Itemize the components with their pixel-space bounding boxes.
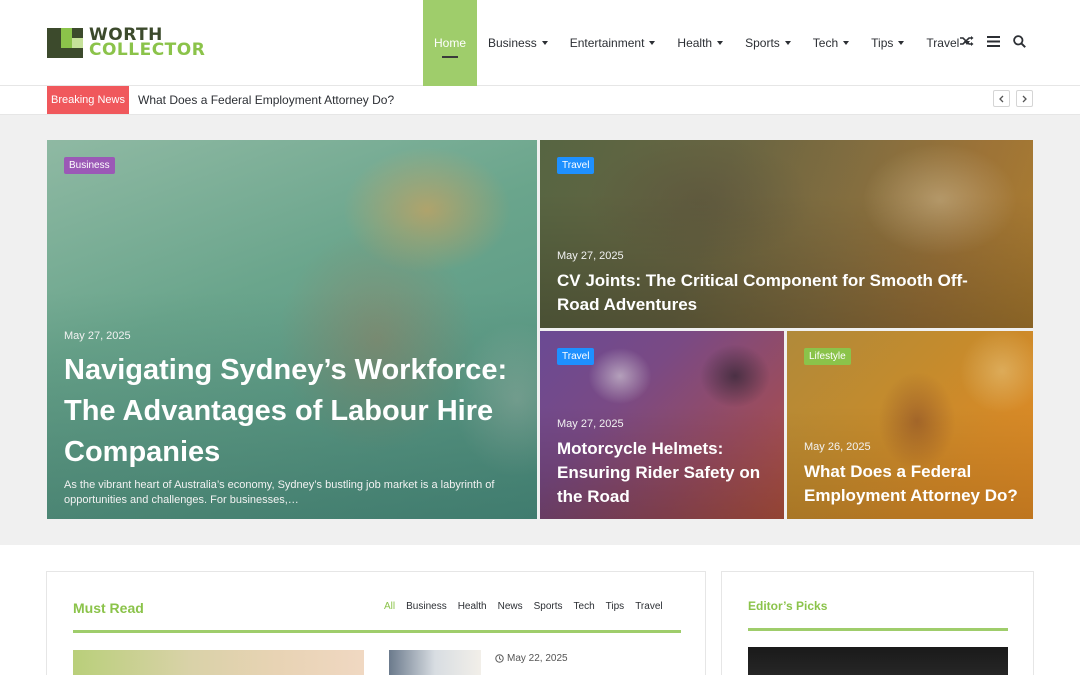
caret-down-icon bbox=[541, 41, 548, 45]
clock-icon bbox=[495, 654, 504, 663]
nav-item-business[interactable]: Business bbox=[477, 0, 559, 86]
must-read-tabs: All Business Health News Sports Tech Tip… bbox=[384, 601, 663, 612]
category-badge[interactable]: Travel bbox=[557, 157, 595, 174]
logo-mark-icon bbox=[47, 28, 83, 58]
post-title[interactable]: CV Joints: The Critical Component for Sm… bbox=[557, 269, 1007, 317]
post-thumbnail-small[interactable] bbox=[389, 650, 481, 675]
featured-post-bottom-left[interactable]: Travel May 27, 2025 Motorcycle Helmets: … bbox=[540, 331, 784, 519]
post-date: May 26, 2025 bbox=[804, 441, 871, 453]
post-date: May 27, 2025 bbox=[557, 250, 624, 262]
tab-business[interactable]: Business bbox=[406, 601, 447, 612]
must-read-box: Must Read All Business Health News Sport… bbox=[46, 571, 706, 675]
caret-down-icon bbox=[717, 41, 724, 45]
main-nav: Home Business Entertainment Health Sport… bbox=[423, 0, 981, 86]
nav-item-sports[interactable]: Sports bbox=[734, 0, 802, 86]
site-logo[interactable]: WORTH COLLECTOR bbox=[47, 27, 259, 60]
post-date: May 22, 2025 bbox=[507, 653, 568, 664]
nav-item-label: Sports bbox=[745, 36, 780, 50]
tab-tips[interactable]: Tips bbox=[606, 601, 625, 612]
tab-all[interactable]: All bbox=[384, 601, 395, 612]
post-thumbnail-large[interactable] bbox=[73, 650, 364, 675]
nav-item-label: Tech bbox=[812, 36, 839, 50]
content-section: Must Read All Business Health News Sport… bbox=[0, 545, 1080, 675]
breaking-news-label: Breaking News bbox=[47, 86, 129, 114]
nav-item-health[interactable]: Health bbox=[666, 0, 734, 86]
nav-item-home[interactable]: Home bbox=[423, 0, 477, 86]
category-badge[interactable]: Lifestyle bbox=[804, 348, 851, 365]
nav-item-label: Home bbox=[433, 36, 466, 50]
search-icon[interactable] bbox=[1012, 33, 1026, 49]
must-read-title: Must Read bbox=[73, 600, 144, 616]
caret-down-icon bbox=[649, 41, 656, 45]
nav-item-label: Health bbox=[677, 36, 713, 50]
breaking-prev-button[interactable] bbox=[993, 90, 1010, 107]
post-excerpt: As the vibrant heart of Australia’s econ… bbox=[64, 479, 495, 507]
caret-down-icon bbox=[898, 41, 905, 45]
editors-picks-title: Editor’s Picks bbox=[748, 599, 828, 613]
category-badge[interactable]: Business bbox=[64, 157, 115, 174]
nav-item-tech[interactable]: Tech bbox=[802, 0, 860, 86]
post-title[interactable]: Motorcycle Helmets: Ensuring Rider Safet… bbox=[557, 437, 772, 509]
breaking-news-bar: Breaking News What Does a Federal Employ… bbox=[0, 86, 1080, 115]
site-header: WORTH COLLECTOR Home Business Entertainm… bbox=[0, 0, 1080, 86]
post-date: May 27, 2025 bbox=[64, 330, 131, 342]
featured-grid: Business May 27, 2025 Navigating Sydney’… bbox=[0, 115, 1080, 545]
section-underline bbox=[73, 630, 681, 633]
post-meta: May 22, 2025 bbox=[495, 653, 568, 664]
post-date: May 27, 2025 bbox=[557, 418, 624, 430]
caret-down-icon bbox=[843, 41, 850, 45]
breaking-news-headline[interactable]: What Does a Federal Employment Attorney … bbox=[138, 93, 394, 107]
menu-icon[interactable] bbox=[986, 33, 1000, 49]
post-title[interactable]: Navigating Sydney’s Workforce: The Advan… bbox=[64, 350, 514, 473]
shuffle-icon[interactable] bbox=[960, 33, 974, 49]
tab-sports[interactable]: Sports bbox=[534, 601, 563, 612]
featured-post-main[interactable]: Business May 27, 2025 Navigating Sydney’… bbox=[47, 140, 537, 519]
section-underline bbox=[748, 628, 1008, 631]
nav-item-label: Business bbox=[488, 36, 537, 50]
post-title[interactable]: What Does a Federal Employment Attorney … bbox=[804, 460, 1026, 508]
nav-item-label: Entertainment bbox=[569, 36, 645, 50]
tab-news[interactable]: News bbox=[498, 601, 523, 612]
tab-travel[interactable]: Travel bbox=[635, 601, 662, 612]
nav-item-entertainment[interactable]: Entertainment bbox=[559, 0, 667, 86]
tab-tech[interactable]: Tech bbox=[574, 601, 595, 612]
featured-post-bottom-right[interactable]: Lifestyle May 26, 2025 What Does a Feder… bbox=[787, 331, 1033, 519]
tab-health[interactable]: Health bbox=[458, 601, 487, 612]
caret-down-icon bbox=[784, 41, 791, 45]
category-badge[interactable]: Travel bbox=[557, 348, 595, 365]
chevron-right-icon bbox=[1022, 95, 1027, 102]
breaking-next-button[interactable] bbox=[1016, 90, 1033, 107]
editors-pick-thumbnail[interactable] bbox=[748, 647, 1008, 675]
header-icons bbox=[960, 33, 1026, 49]
nav-item-tips[interactable]: Tips bbox=[860, 0, 915, 86]
nav-item-label: Travel bbox=[926, 36, 960, 50]
editors-picks-box: Editor’s Picks bbox=[721, 571, 1034, 675]
nav-item-label: Tips bbox=[871, 36, 894, 50]
featured-post-top-right[interactable]: Travel May 27, 2025 CV Joints: The Criti… bbox=[540, 140, 1033, 328]
chevron-left-icon bbox=[999, 95, 1004, 102]
logo-word-2: COLLECTOR bbox=[89, 40, 206, 60]
